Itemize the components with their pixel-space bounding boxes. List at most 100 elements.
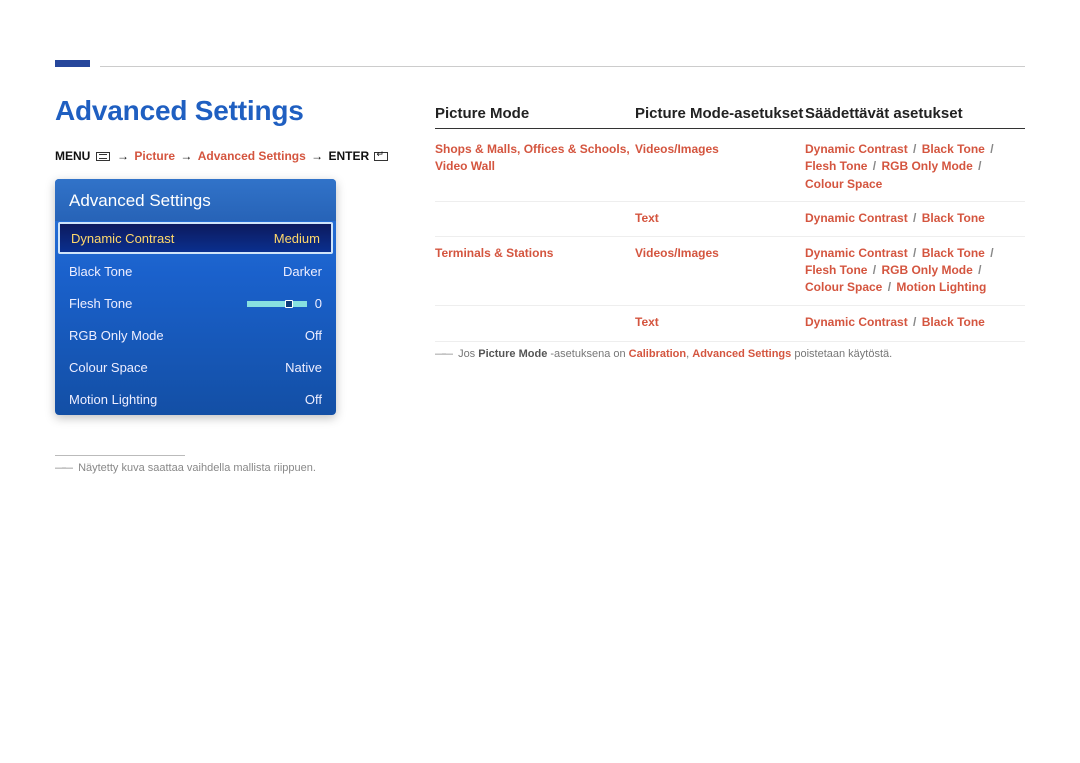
osd-value-wrap: Off <box>305 392 322 407</box>
th-picture-mode-asetukset: Picture Mode-asetukset <box>635 105 805 122</box>
osd-value-wrap: Native <box>285 360 322 375</box>
table-note: ―― Jos Picture Mode -asetuksena on Calib… <box>435 341 1025 360</box>
value-accent: RGB Only Mode <box>881 263 972 277</box>
right-column: Picture Mode Picture Mode-asetukset Sääd… <box>435 95 1025 474</box>
osd-row-flesh-tone[interactable]: Flesh Tone 0 <box>55 287 336 319</box>
menu-icon <box>96 152 110 161</box>
th-saadettavat-asetukset: Säädettävät asetukset <box>805 105 1025 122</box>
note-accent-2: Advanced Settings <box>692 348 791 360</box>
slider-icon[interactable] <box>247 301 307 307</box>
table-row: Shops & Malls, Offices & Schools, Video … <box>435 133 1025 202</box>
note-post: poistetaan käytöstä. <box>791 348 892 360</box>
cell-picture-mode-asetukset: Videos/Images <box>635 141 805 193</box>
table-row: Text Dynamic Contrast / Black Tone <box>435 306 1025 339</box>
arrow-icon: → <box>178 149 194 163</box>
cell-saadettavat: Dynamic Contrast / Black Tone <box>805 314 1025 331</box>
value-accent: Offices & Schools <box>524 142 627 156</box>
value-accent: RGB Only Mode <box>881 159 972 173</box>
value-accent: Flesh Tone <box>805 159 867 173</box>
separator: / <box>908 142 922 156</box>
value-accent: Black Tone <box>922 315 985 329</box>
cell-picture-mode-asetukset: Videos/Images <box>635 245 805 297</box>
osd-title: Advanced Settings <box>55 179 336 221</box>
cell-picture-mode <box>435 314 635 331</box>
osd-row-black-tone[interactable]: Black Tone Darker <box>55 255 336 287</box>
value-accent: Dynamic Contrast <box>805 315 908 329</box>
osd-value: 0 <box>315 296 322 311</box>
osd-value: Off <box>305 328 322 343</box>
page-title: Advanced Settings <box>55 95 395 127</box>
separator: / <box>908 211 922 225</box>
footnote-divider <box>55 455 185 456</box>
separator: / <box>973 263 984 277</box>
value-accent: Colour Space <box>805 280 882 294</box>
table-row: Text Dynamic Contrast / Black Tone <box>435 202 1025 236</box>
separator: , <box>626 142 629 156</box>
note-mid1: -asetuksena on <box>547 348 628 360</box>
note-pre: Jos <box>458 348 478 360</box>
osd-value-wrap: Off <box>305 328 322 343</box>
separator: / <box>973 159 984 173</box>
separator: / <box>985 142 996 156</box>
value-accent: Dynamic Contrast <box>805 211 908 225</box>
separator: / <box>867 159 881 173</box>
osd-row-rgb-only-mode[interactable]: RGB Only ModeOff <box>55 319 336 351</box>
value-accent: Black Tone <box>922 142 985 156</box>
osd-label: Colour Space <box>69 360 148 375</box>
value-accent: Black Tone <box>922 211 985 225</box>
separator: , <box>517 142 524 156</box>
table-row: Terminals & StationsVideos/Images Dynamic… <box>435 237 1025 306</box>
value-accent: Videos/Images <box>635 246 719 260</box>
footnote: ―― Näytetty kuva saattaa vaihdella malli… <box>55 462 395 474</box>
corner-accent <box>55 60 90 67</box>
cell-saadettavat: Dynamic Contrast / Black Tone / Flesh To… <box>805 245 1025 297</box>
dash-icon: ―― <box>55 462 69 474</box>
cell-saadettavat: Dynamic Contrast / Black Tone <box>805 210 1025 227</box>
note-strong-1: Picture Mode <box>478 348 547 360</box>
osd-label: Flesh Tone <box>69 296 132 311</box>
cell-picture-mode-asetukset: Text <box>635 314 805 331</box>
cell-saadettavat: Dynamic Contrast / Black Tone / Flesh To… <box>805 141 1025 193</box>
osd-value: Darker <box>283 264 322 279</box>
cell-picture-mode: Shops & Malls, Offices & Schools, Video … <box>435 141 635 193</box>
value-accent: Motion Lighting <box>896 280 986 294</box>
osd-value: Medium <box>274 231 320 246</box>
arrow-icon: → <box>309 149 325 163</box>
breadcrumb: MENU → Picture → Advanced Settings → ENT… <box>55 149 395 163</box>
osd-label: Black Tone <box>69 264 132 279</box>
value-accent: Video Wall <box>435 159 495 173</box>
footnote-text: Näytetty kuva saattaa vaihdella mallista… <box>78 462 316 474</box>
osd-value-wrap: 0 <box>247 296 322 311</box>
breadcrumb-picture: Picture <box>134 149 175 163</box>
value-accent: Text <box>635 315 659 329</box>
value-accent: Shops & Malls <box>435 142 517 156</box>
breadcrumb-menu: MENU <box>55 149 90 163</box>
separator: / <box>867 263 881 277</box>
osd-row-dynamic-contrast[interactable]: Dynamic Contrast Medium <box>58 222 333 254</box>
value-accent: Text <box>635 211 659 225</box>
osd-row-colour-space[interactable]: Colour Space Native <box>55 351 336 383</box>
left-column: Advanced Settings MENU → Picture → Advan… <box>55 95 395 474</box>
th-picture-mode: Picture Mode <box>435 105 635 122</box>
separator: / <box>908 315 922 329</box>
cell-picture-mode-asetukset: Text <box>635 210 805 227</box>
osd-label: Dynamic Contrast <box>71 231 174 246</box>
value-accent: Dynamic Contrast <box>805 142 908 156</box>
osd-label: Motion Lighting <box>69 392 157 407</box>
separator: / <box>882 280 896 294</box>
osd-value: Off <box>305 392 322 407</box>
separator: / <box>985 246 996 260</box>
osd-panel: Advanced Settings Dynamic Contrast Medium… <box>55 179 336 415</box>
osd-value: Native <box>285 360 322 375</box>
value-accent: Videos/Images <box>635 142 719 156</box>
top-rule <box>100 66 1025 67</box>
breadcrumb-advanced: Advanced Settings <box>198 149 306 163</box>
osd-value-wrap: Darker <box>283 264 322 279</box>
cell-picture-mode: Terminals & Stations <box>435 245 635 297</box>
value-accent: Colour Space <box>805 177 882 191</box>
osd-row-motion-lighting[interactable]: Motion Lighting Off <box>55 383 336 415</box>
arrow-icon: → <box>115 149 131 163</box>
dash-icon: ―― <box>435 348 449 360</box>
osd-value-wrap: Medium <box>274 231 320 246</box>
table-header-row: Picture Mode Picture Mode-asetukset Sääd… <box>435 105 1025 129</box>
